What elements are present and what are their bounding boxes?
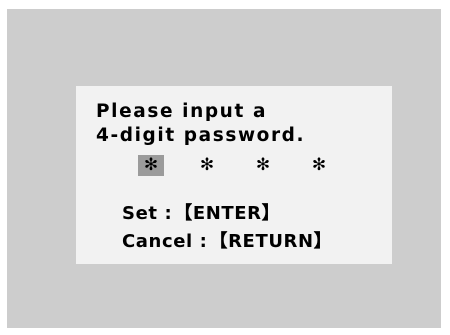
password-dialog: Please input a 4-digit password. ✻ ✻ ✻ ✻…: [76, 86, 392, 264]
password-digit-4[interactable]: ✻: [306, 155, 332, 176]
set-instruction[interactable]: Set : 【ENTER】: [122, 200, 332, 228]
set-label: Set :: [122, 203, 173, 224]
password-digit-fields: ✻ ✻ ✻ ✻: [138, 155, 332, 176]
cancel-instruction[interactable]: Cancel : 【RETURN】: [122, 228, 332, 256]
key-instructions: Set : 【ENTER】 Cancel : 【RETURN】: [122, 200, 332, 256]
screen-background: Please input a 4-digit password. ✻ ✻ ✻ ✻…: [7, 9, 441, 328]
return-key-label: 【RETURN】: [209, 231, 333, 252]
password-prompt: Please input a 4-digit password.: [96, 100, 305, 148]
password-digit-1[interactable]: ✻: [138, 155, 164, 176]
password-digit-2[interactable]: ✻: [194, 155, 220, 176]
enter-key-label: 【ENTER】: [174, 203, 281, 224]
cancel-label: Cancel :: [122, 231, 208, 252]
password-digit-3[interactable]: ✻: [250, 155, 276, 176]
prompt-line-1: Please input a: [96, 101, 268, 122]
prompt-line-2: 4-digit password.: [96, 125, 306, 146]
